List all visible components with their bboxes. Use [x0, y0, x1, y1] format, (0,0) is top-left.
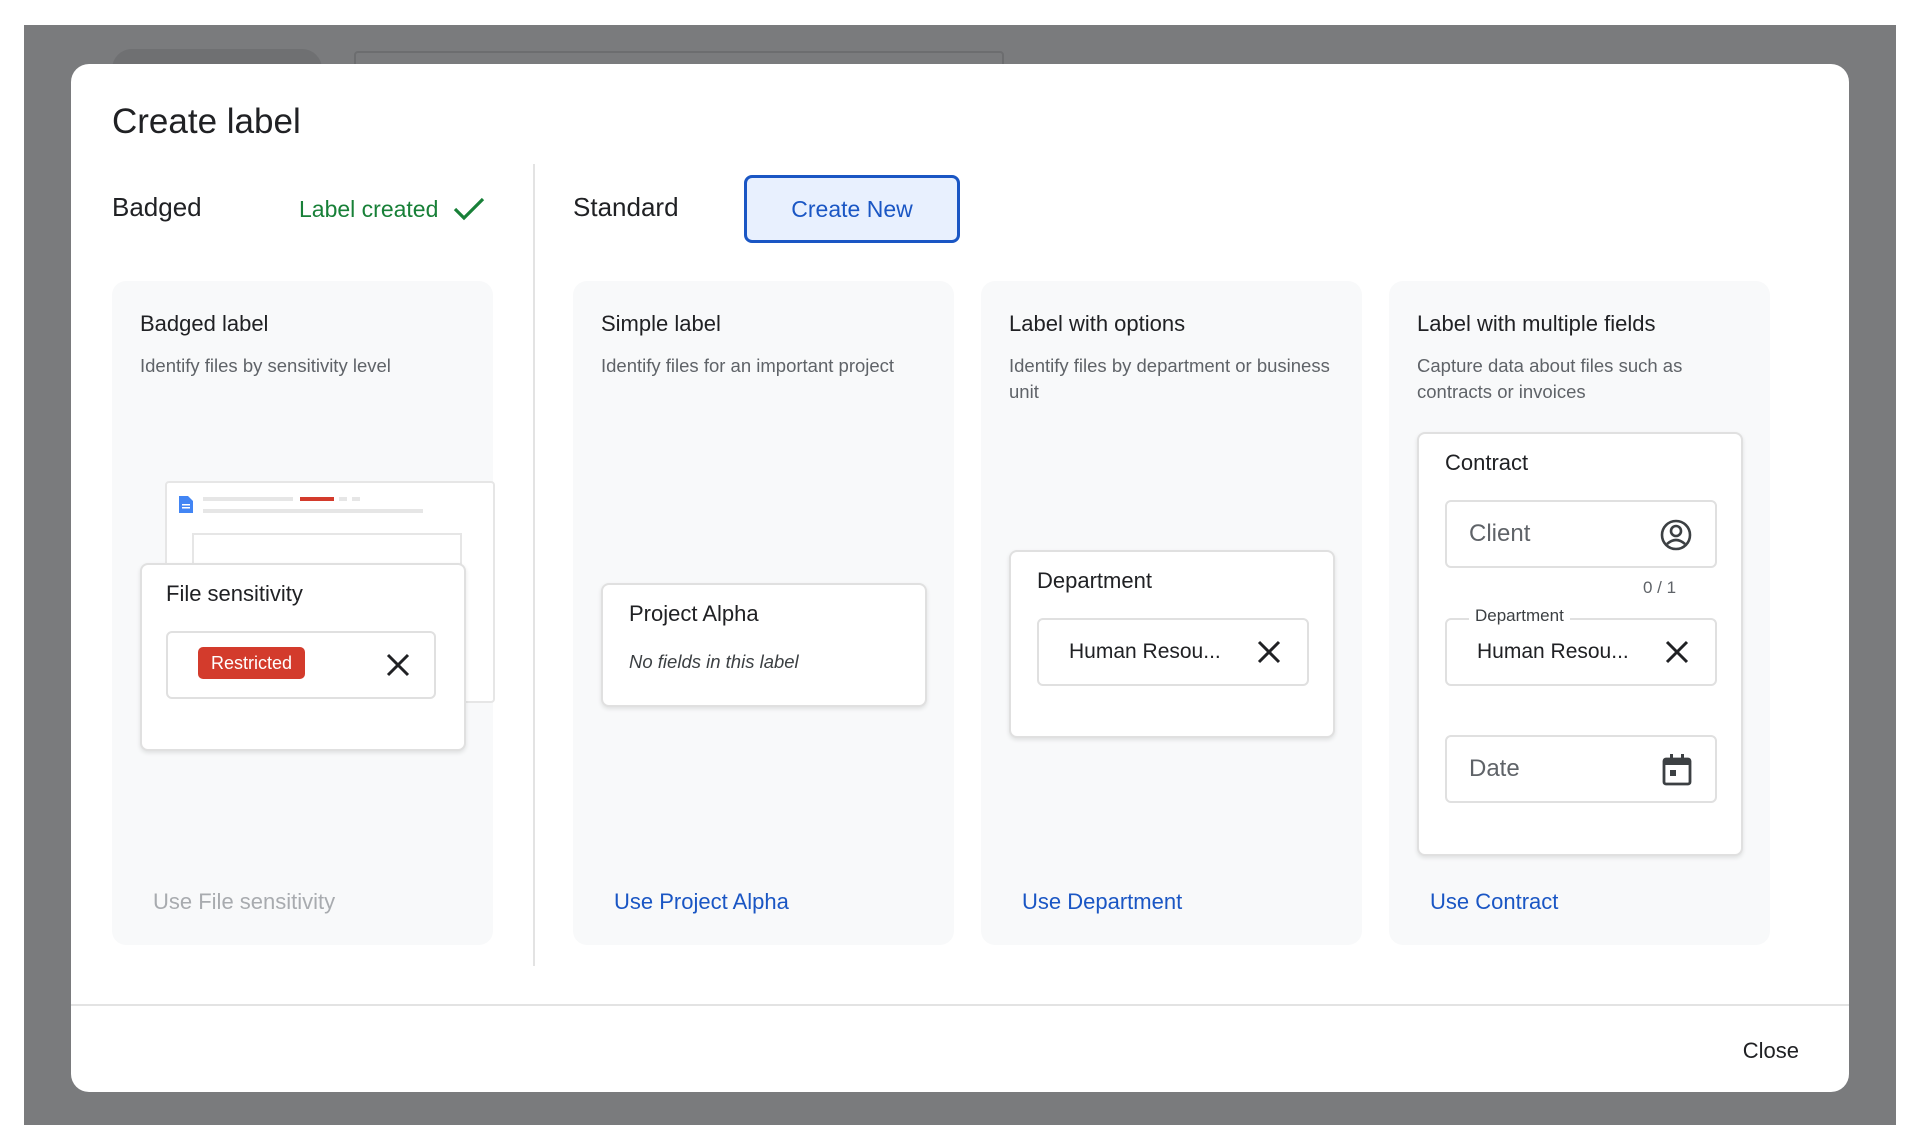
doc-file-icon — [179, 496, 193, 513]
sensitivity-field: Restricted — [166, 631, 436, 699]
card-description: Identify files by sensitivity level — [140, 355, 391, 376]
calendar-icon — [1662, 754, 1692, 786]
preview-line — [203, 509, 423, 513]
label-created-text: Label created — [299, 195, 439, 222]
department-float-label: Department — [1469, 606, 1570, 626]
date-placeholder: Date — [1469, 755, 1520, 782]
project-alpha-preview: Project Alpha No fields in this label — [601, 583, 927, 707]
department-value: Human Resou... — [1069, 640, 1221, 663]
standard-heading: Standard — [573, 192, 679, 222]
badged-heading: Badged — [112, 192, 202, 222]
multiple-fields-label-card: Label with multiple fields Capture data … — [1389, 281, 1770, 945]
department-preview: Department Human Resou... — [1009, 550, 1335, 738]
create-label-dialog: Create label Badged Label created Standa… — [71, 64, 1849, 1092]
preview-badge-line — [300, 497, 334, 501]
department-value: Human Resou... — [1477, 640, 1629, 663]
create-new-button[interactable]: Create New — [744, 175, 960, 243]
contract-preview: Contract Client 0 / 1 Department Human R… — [1417, 432, 1743, 856]
preview-line — [352, 497, 360, 501]
close-button[interactable]: Close — [1743, 1038, 1799, 1064]
account-circle-icon — [1660, 519, 1692, 551]
clear-icon — [1665, 640, 1689, 664]
preview-title: Contract — [1445, 450, 1529, 475]
preview-line — [203, 497, 293, 501]
section-divider — [533, 164, 535, 966]
use-project-alpha-link[interactable]: Use Project Alpha — [614, 889, 789, 915]
options-label-card: Label with options Identify files by dep… — [981, 281, 1362, 945]
preview-title: Project Alpha — [629, 601, 759, 626]
card-description: Identify files by department or business… — [1009, 355, 1330, 402]
file-sensitivity-preview: File sensitivity Restricted — [140, 563, 466, 751]
restricted-badge: Restricted — [198, 647, 306, 679]
use-contract-link[interactable]: Use Contract — [1430, 889, 1558, 915]
card-title: Simple label — [601, 311, 721, 336]
use-department-link[interactable]: Use Department — [1022, 889, 1182, 915]
client-counter: 0 / 1 — [1643, 578, 1677, 597]
modal-overlay: Create label Badged Label created Standa… — [24, 25, 1896, 1125]
footer-divider — [71, 1004, 1849, 1006]
label-created-status: Label created — [299, 194, 486, 224]
clear-icon — [1257, 640, 1281, 664]
department-field: Department Human Resou... — [1445, 606, 1717, 686]
preview-title: File sensitivity — [166, 581, 303, 606]
card-description: Identify files for an important project — [601, 355, 895, 376]
card-description: Capture data about files such as contrac… — [1417, 355, 1683, 402]
badged-label-card: Badged label Identify files by sensitivi… — [112, 281, 495, 945]
department-field: Human Resou... — [1037, 618, 1309, 686]
card-title: Label with multiple fields — [1417, 311, 1656, 336]
preview-title: Department — [1037, 568, 1152, 593]
card-title: Label with options — [1009, 311, 1186, 336]
clear-icon — [386, 653, 410, 677]
date-field: Date — [1445, 735, 1717, 803]
checkmark-icon — [454, 197, 485, 221]
card-title: Badged label — [140, 311, 269, 336]
simple-label-card: Simple label Identify files for an impor… — [573, 281, 954, 945]
dialog-title: Create label — [112, 102, 301, 141]
preview-note: No fields in this label — [629, 651, 799, 672]
preview-line — [339, 497, 347, 501]
client-placeholder: Client — [1469, 520, 1531, 547]
client-field: Client — [1445, 500, 1717, 568]
use-file-sensitivity-link[interactable]: Use File sensitivity — [153, 889, 335, 915]
